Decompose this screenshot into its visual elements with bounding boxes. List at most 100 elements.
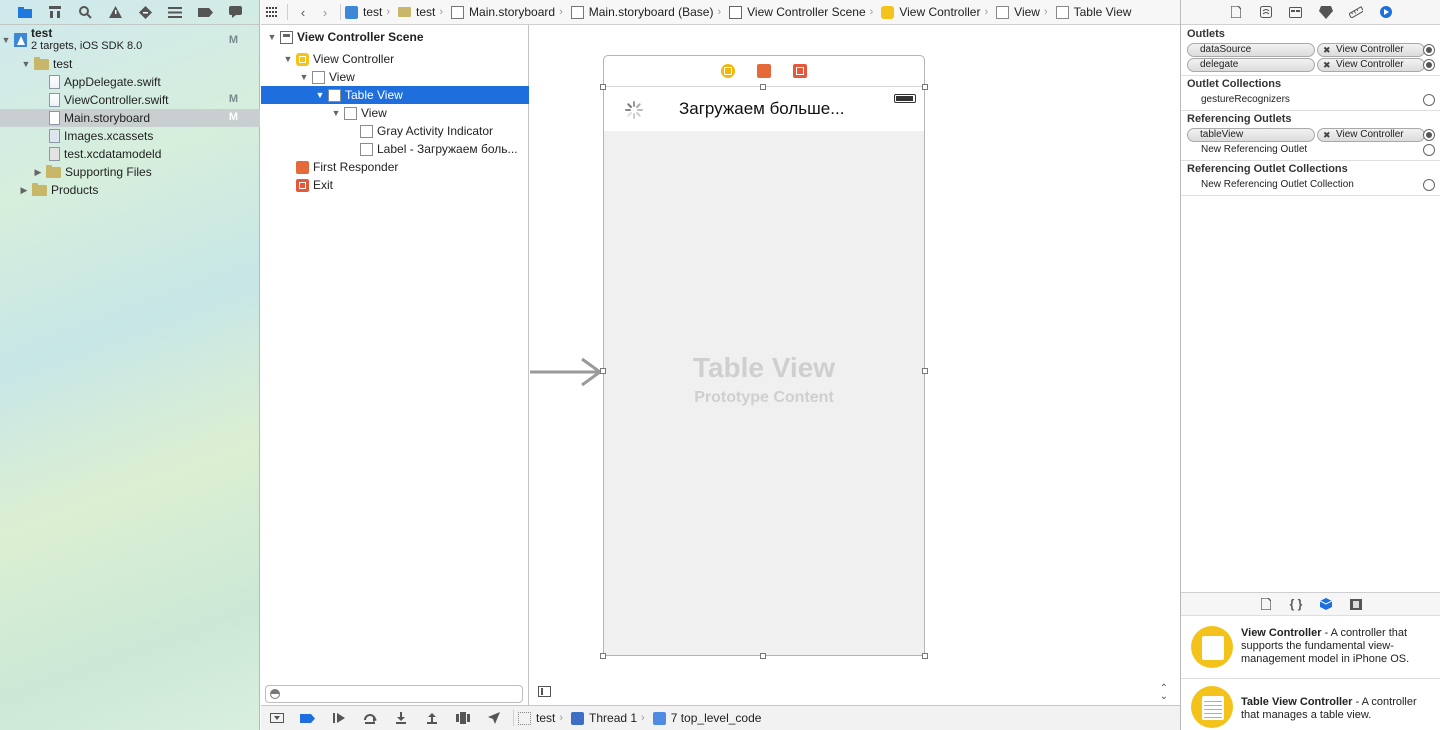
connection-circle-icon[interactable] (1423, 59, 1435, 71)
breakpoints-toggle-icon[interactable] (292, 708, 323, 728)
disclosure-down-icon[interactable]: ▼ (314, 90, 326, 100)
step-over-icon[interactable] (354, 708, 385, 728)
disclosure-down-icon[interactable]: ▼ (330, 108, 342, 118)
resize-handle[interactable] (600, 653, 606, 659)
project-row[interactable]: ▼ test 2 targets, iOS SDK 8.0 M (0, 27, 260, 53)
disclosure-down-icon[interactable]: ▼ (0, 35, 12, 45)
outline-item-label[interactable]: Label - Загружаем боль... (261, 140, 529, 158)
disclosure-down-icon[interactable]: ▼ (20, 59, 32, 69)
quick-help-icon[interactable] (1255, 2, 1277, 22)
breadcrumb-view-controller[interactable]: View Controller › (881, 5, 994, 19)
group-row-test[interactable]: ▼ test (0, 55, 260, 73)
outline-item-exit[interactable]: Exit (261, 176, 529, 194)
report-bubble-icon[interactable] (220, 0, 250, 24)
outline-item-activity-indicator[interactable]: Gray Activity Indicator (261, 122, 529, 140)
simulate-location-icon[interactable] (478, 708, 509, 728)
file-row[interactable]: Images.xcassets (0, 127, 260, 145)
breadcrumb-scene[interactable]: View Controller Scene › (729, 5, 879, 19)
storyboard-canvas[interactable]: Загружаем больше... Table View Prototype… (530, 25, 1180, 705)
breadcrumb-view[interactable]: View › (996, 5, 1053, 19)
disclosure-down-icon[interactable]: ▼ (266, 32, 278, 42)
debug-breadcrumb-process[interactable]: test › (518, 711, 569, 725)
debug-breadcrumb-thread[interactable]: Thread 1 › (571, 711, 651, 725)
hide-debug-area-icon[interactable] (261, 708, 292, 728)
view-controller-scene[interactable]: Загружаем больше... Table View Prototype… (600, 55, 928, 659)
symbol-hierarchy-icon[interactable] (40, 0, 70, 24)
size-inspector-ruler-icon[interactable] (1345, 2, 1367, 22)
new-referencing-outlet-row[interactable]: New Referencing Outlet (1187, 143, 1437, 157)
resize-handle[interactable] (760, 653, 766, 659)
activity-indicator-icon[interactable] (624, 100, 644, 120)
breadcrumb-table-view[interactable]: Table View (1055, 5, 1131, 19)
scroll-chevrons-icon[interactable]: ⌃ ⌄ (1160, 684, 1168, 702)
outline-item-first-responder[interactable]: First Responder (261, 158, 529, 176)
media-library-film-icon[interactable] (1345, 594, 1367, 614)
breadcrumb-group[interactable]: test › (398, 5, 449, 19)
connection-circle-icon[interactable] (1423, 44, 1435, 56)
outline-item-view-controller[interactable]: ▼ View Controller (261, 50, 529, 68)
continue-icon[interactable] (323, 708, 354, 728)
outlet-row-datasource[interactable]: dataSource ✖ View Controller (1187, 43, 1437, 57)
step-out-icon[interactable] (416, 708, 447, 728)
disclosure-down-icon[interactable]: ▼ (282, 54, 294, 64)
disclosure-right-icon[interactable]: ▶ (18, 185, 30, 196)
new-referencing-outlet-collection-row[interactable]: New Referencing Outlet Collection (1187, 178, 1437, 192)
view-controller-icon[interactable] (721, 64, 735, 78)
search-icon[interactable] (70, 0, 100, 24)
warning-icon[interactable] (100, 0, 130, 24)
group-row[interactable]: ▶ Supporting Files (0, 163, 260, 181)
exit-icon[interactable] (793, 64, 807, 78)
breadcrumb-project[interactable]: test › (345, 5, 396, 19)
outlet-collection-row[interactable]: gestureRecognizers (1187, 93, 1437, 107)
connection-circle-icon[interactable] (1423, 129, 1435, 141)
file-row[interactable]: test.xcdatamodeld (0, 145, 260, 163)
loading-label[interactable]: Загружаем больше... (679, 99, 844, 119)
outlet-target[interactable]: ✖ View Controller (1317, 58, 1425, 72)
breadcrumb-localization[interactable]: Main.storyboard (Base) › (570, 5, 727, 19)
outlet-target[interactable]: ✖ View Controller (1317, 128, 1425, 142)
debug-list-icon[interactable] (160, 0, 190, 24)
resize-handle[interactable] (922, 653, 928, 659)
connection-circle-icon[interactable] (1423, 179, 1435, 191)
resize-handle[interactable] (600, 84, 606, 90)
file-template-icon[interactable] (1255, 594, 1277, 614)
outlet-row-delegate[interactable]: delegate ✖ View Controller (1187, 58, 1437, 72)
test-diamond-icon[interactable] (130, 0, 160, 24)
forward-chevron-icon[interactable]: › (314, 1, 336, 23)
disclosure-down-icon[interactable]: ▼ (298, 72, 310, 82)
outline-item-view[interactable]: ▼ View (261, 68, 529, 86)
outline-filter-field[interactable] (265, 685, 523, 703)
resize-handle[interactable] (922, 368, 928, 374)
connection-circle-icon[interactable] (1423, 144, 1435, 156)
connection-circle-icon[interactable] (1423, 94, 1435, 106)
library-item-table-view-controller[interactable]: Table View Controller - A controller tha… (1181, 680, 1440, 730)
disclosure-right-icon[interactable]: ▶ (32, 167, 44, 178)
connections-inspector-icon[interactable] (1375, 2, 1397, 22)
table-header-view[interactable]: Загружаем больше... (604, 87, 924, 131)
attributes-inspector-icon[interactable] (1315, 2, 1337, 22)
breadcrumb-file[interactable]: Main.storyboard › (451, 5, 569, 19)
first-responder-cube-icon[interactable] (757, 64, 771, 78)
related-items-grid-icon[interactable] (261, 1, 283, 23)
referencing-outlet-row[interactable]: tableView ✖ View Controller (1187, 128, 1437, 142)
file-row[interactable]: ViewController.swift M (0, 91, 260, 109)
resize-handle[interactable] (760, 84, 766, 90)
disconnect-x-icon[interactable]: ✖ (1323, 44, 1331, 56)
outline-item-scene[interactable]: ▼ View Controller Scene (261, 28, 529, 46)
disconnect-x-icon[interactable]: ✖ (1323, 129, 1331, 141)
disconnect-x-icon[interactable]: ✖ (1323, 59, 1331, 71)
group-row[interactable]: ▶ Products (0, 181, 260, 199)
back-chevron-icon[interactable]: ‹ (292, 1, 314, 23)
file-inspector-icon[interactable] (1225, 2, 1247, 22)
folder-icon[interactable] (10, 0, 40, 24)
view-debugging-icon[interactable] (447, 708, 478, 728)
resize-handle[interactable] (922, 84, 928, 90)
outlet-target[interactable]: ✖ View Controller (1317, 43, 1425, 57)
debug-breadcrumb-frame[interactable]: 7 top_level_code (652, 711, 761, 725)
step-into-icon[interactable] (385, 708, 416, 728)
breakpoint-icon[interactable] (190, 0, 220, 24)
outline-item-table-view[interactable]: ▼ Table View (261, 86, 529, 104)
code-snippet-braces-icon[interactable]: { } (1285, 594, 1307, 614)
file-row-selected[interactable]: Main.storyboard M (0, 109, 260, 127)
object-library-cube-icon[interactable] (1315, 594, 1337, 614)
